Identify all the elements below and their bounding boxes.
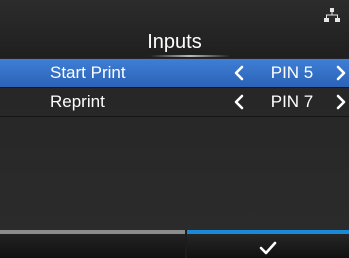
footer-left-button[interactable]	[0, 230, 185, 258]
row-divider	[0, 116, 349, 117]
network-icon	[324, 8, 340, 22]
check-icon	[259, 241, 277, 255]
confirm-button[interactable]	[187, 230, 349, 258]
page-title: Inputs	[147, 31, 202, 53]
menu-item-value: PIN 7	[270, 92, 314, 111]
chevron-right-icon[interactable]	[334, 65, 348, 81]
menu-item-label: Start Print	[50, 63, 126, 82]
footer	[0, 230, 349, 258]
menu-item-value: PIN 5	[270, 63, 314, 82]
screen: Inputs Start Print PIN 5 Reprint PIN 7	[0, 0, 349, 258]
menu-item-start-print[interactable]: Start Print PIN 5	[0, 59, 349, 87]
title-underline	[150, 55, 230, 57]
menu-item-label: Reprint	[50, 92, 105, 111]
chevron-left-icon[interactable]	[232, 94, 246, 110]
header: Inputs	[0, 0, 349, 58]
menu-item-reprint[interactable]: Reprint PIN 7	[0, 88, 349, 116]
chevron-left-icon[interactable]	[232, 65, 246, 81]
chevron-right-icon[interactable]	[334, 94, 348, 110]
